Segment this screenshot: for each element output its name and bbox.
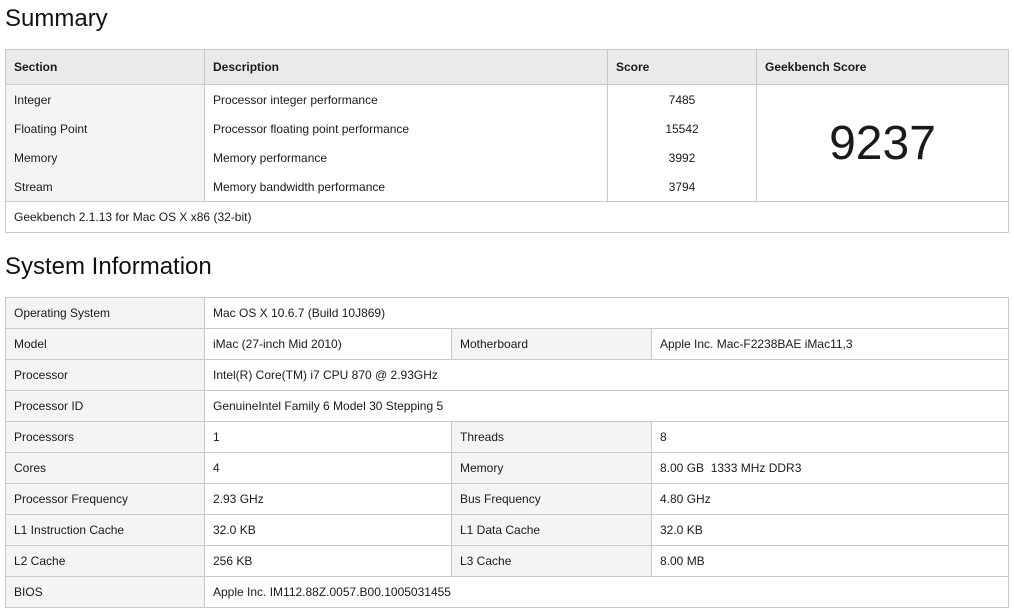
section-score: 3992 (607, 143, 757, 172)
section-description: Processor floating point performance (204, 114, 608, 143)
header-geekbench-score: Geekbench Score (756, 49, 1009, 85)
memory-label: Memory (451, 452, 652, 484)
l3-cache-value: 8.00 MB (651, 545, 1009, 577)
operating-system-value: Mac OS X 10.6.7 (Build 10J869) (204, 297, 1009, 329)
section-name: Floating Point (5, 114, 205, 143)
processors-label: Processors (5, 421, 205, 453)
header-description: Description (204, 49, 608, 85)
geekbench-version: Geekbench 2.1.13 for Mac OS X x86 (32-bi… (5, 201, 1009, 233)
section-description: Memory bandwidth performance (204, 172, 608, 202)
section-score: 7485 (607, 84, 757, 114)
table-row: Processor Frequency 2.93 GHz Bus Frequen… (5, 483, 1009, 515)
processor-frequency-value: 2.93 GHz (204, 483, 452, 515)
memory-value: 8.00 GB 1333 MHz DDR3 (651, 452, 1009, 484)
l1-instruction-cache-value: 32.0 KB (204, 514, 452, 546)
processor-frequency-label: Processor Frequency (5, 483, 205, 515)
summary-heading: Summary (5, 5, 108, 32)
bios-label: BIOS (5, 576, 205, 608)
summary-header-row: Section Description Score Geekbench Scor… (5, 49, 1009, 85)
table-row: L2 Cache 256 KB L3 Cache 8.00 MB (5, 545, 1009, 577)
processor-id-label: Processor ID (5, 390, 205, 422)
l2-cache-label: L2 Cache (5, 545, 205, 577)
processor-value: Intel(R) Core(TM) i7 CPU 870 @ 2.93GHz (204, 359, 1009, 391)
table-row: Processor Intel(R) Core(TM) i7 CPU 870 @… (5, 359, 1009, 391)
section-name: Memory (5, 143, 205, 172)
operating-system-label: Operating System (5, 297, 205, 329)
header-score: Score (607, 49, 757, 85)
bus-frequency-value: 4.80 GHz (651, 483, 1009, 515)
model-label: Model (5, 328, 205, 360)
bus-frequency-label: Bus Frequency (451, 483, 652, 515)
geekbench-score-value: 9237 (756, 84, 1009, 202)
l1-data-cache-label: L1 Data Cache (451, 514, 652, 546)
summary-table: Section Description Score Geekbench Scor… (5, 49, 1009, 233)
processor-id-value: GenuineIntel Family 6 Model 30 Stepping … (204, 390, 1009, 422)
system-information-table: Operating System Mac OS X 10.6.7 (Build … (5, 297, 1009, 608)
processors-value: 1 (204, 421, 452, 453)
section-name: Stream (5, 172, 205, 202)
table-row: Processor ID GenuineIntel Family 6 Model… (5, 390, 1009, 422)
header-section: Section (5, 49, 205, 85)
cores-value: 4 (204, 452, 452, 484)
table-row: Integer Processor integer performance 74… (5, 84, 1009, 202)
section-description: Memory performance (204, 143, 608, 172)
table-row: L1 Instruction Cache 32.0 KB L1 Data Cac… (5, 514, 1009, 546)
section-score: 3794 (607, 172, 757, 202)
bios-value: Apple Inc. IM112.88Z.0057.B00.1005031455 (204, 576, 1009, 608)
table-row: Processors 1 Threads 8 (5, 421, 1009, 453)
motherboard-label: Motherboard (451, 328, 652, 360)
l1-data-cache-value: 32.0 KB (651, 514, 1009, 546)
section-name: Integer (5, 84, 205, 114)
threads-value: 8 (651, 421, 1009, 453)
table-row: Operating System Mac OS X 10.6.7 (Build … (5, 297, 1009, 329)
processor-label: Processor (5, 359, 205, 391)
cores-label: Cores (5, 452, 205, 484)
l2-cache-value: 256 KB (204, 545, 452, 577)
table-row: Cores 4 Memory 8.00 GB 1333 MHz DDR3 (5, 452, 1009, 484)
table-row: Model iMac (27-inch Mid 2010) Motherboar… (5, 328, 1009, 360)
section-score: 15542 (607, 114, 757, 143)
l3-cache-label: L3 Cache (451, 545, 652, 577)
motherboard-value: Apple Inc. Mac-F2238BAE iMac11,3 (651, 328, 1009, 360)
table-row: BIOS Apple Inc. IM112.88Z.0057.B00.10050… (5, 576, 1009, 608)
threads-label: Threads (451, 421, 652, 453)
l1-instruction-cache-label: L1 Instruction Cache (5, 514, 205, 546)
system-information-heading: System Information (5, 253, 212, 280)
section-description: Processor integer performance (204, 84, 608, 114)
summary-footer-row: Geekbench 2.1.13 for Mac OS X x86 (32-bi… (5, 201, 1009, 233)
model-value: iMac (27-inch Mid 2010) (204, 328, 452, 360)
